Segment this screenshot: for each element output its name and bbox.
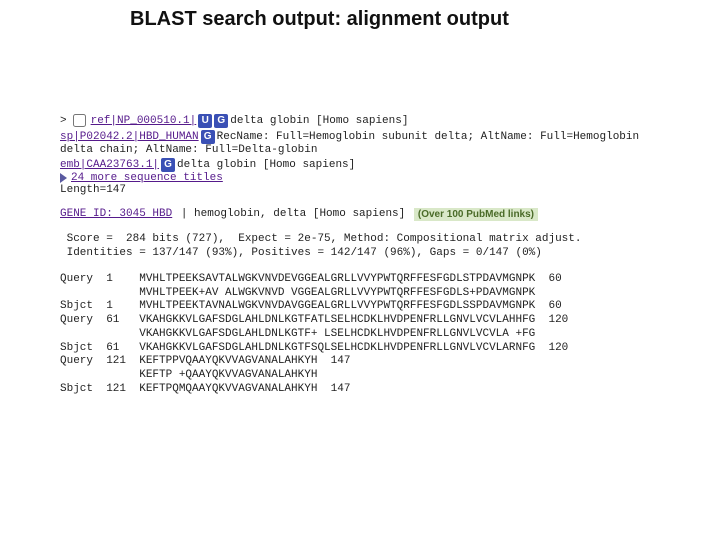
- identities-line: Identities = 137/147 (93%), Positives = …: [60, 247, 690, 261]
- score-line: Score = 284 bits (727), Expect = 2e-75, …: [60, 233, 690, 247]
- alignment-row: Sbjct 1 MVHLTPEEKTAVNALWGKVNVDAVGGEALGRL…: [60, 300, 690, 314]
- emb-desc: delta globin [Homo sapiens]: [177, 159, 355, 171]
- alignment-row: Sbjct 121 KEFTPQMQAAYQKVVAGVANALAHKYH 14…: [60, 383, 690, 397]
- gene-icon[interactable]: G: [214, 114, 228, 128]
- expand-icon[interactable]: [60, 173, 67, 183]
- gene-id-link[interactable]: GENE ID: 3045 HBD: [60, 208, 172, 220]
- hit-emb-line: emb|CAA23763.1| G delta globin [Homo sap…: [60, 158, 690, 172]
- page-title: BLAST search output: alignment output: [0, 0, 720, 31]
- pubmed-badge[interactable]: (Over 100 PubMed links): [414, 208, 538, 221]
- sp-desc-line2: delta chain; AltName: Full=Delta-globin: [60, 144, 690, 158]
- alignment-row: Query 61 VKAHGKKVLGAFSDGLAHLDNLKGTFATLSE…: [60, 314, 690, 328]
- gene-line: GENE ID: 3045 HBD | hemoglobin, delta [H…: [60, 208, 690, 222]
- gene-icon[interactable]: G: [201, 130, 215, 144]
- length-line: Length=147: [60, 184, 690, 198]
- emb-accession-link[interactable]: emb|CAA23763.1|: [60, 159, 159, 171]
- alignment-row: Query 121 KEFTPPVQAAYQKVVAGVANALAHKYH 14…: [60, 355, 690, 369]
- alignment-row: Sbjct 61 VKAHGKKVLGAFSDGLAHLDNLKGTFSQLSE…: [60, 342, 690, 356]
- alignment-row: KEFTP +QAAYQKVVAGVANALAHKYH: [60, 369, 690, 383]
- select-hit-checkbox[interactable]: [73, 114, 86, 127]
- sp-desc: RecName: Full=Hemoglobin subunit delta; …: [217, 131, 639, 143]
- gene-desc: | hemoglobin, delta [Homo sapiens]: [174, 208, 412, 222]
- alignment-row: MVHLTPEEK+AV ALWGKVNVD VGGEALGRLLVVYPWTQ…: [60, 287, 690, 301]
- alignment-row: VKAHGKKVLGAFSDGLAHLDNLKGTF+ LSELHCDKLHVD…: [60, 328, 690, 342]
- more-titles-row: 24 more sequence titles: [60, 172, 690, 184]
- gene-icon[interactable]: G: [161, 158, 175, 172]
- ref-desc: delta globin [Homo sapiens]: [230, 115, 408, 127]
- hit-ref-line: > ref|NP_000510.1| U G delta globin [Hom…: [60, 111, 690, 130]
- ref-accession-link[interactable]: ref|NP_000510.1|: [91, 115, 197, 127]
- sp-accession-link[interactable]: sp|P02042.2|HBD_HUMAN: [60, 131, 199, 143]
- alignment-row: Query 1 MVHLTPEEKSAVTALWGKVNVDEVGGEALGRL…: [60, 273, 690, 287]
- hit-sp-line: sp|P02042.2|HBD_HUMAN G RecName: Full=He…: [60, 130, 690, 144]
- unigene-icon[interactable]: U: [198, 114, 212, 128]
- more-titles-link[interactable]: 24 more sequence titles: [71, 172, 223, 184]
- blast-alignment-block: > ref|NP_000510.1| U G delta globin [Hom…: [0, 31, 720, 397]
